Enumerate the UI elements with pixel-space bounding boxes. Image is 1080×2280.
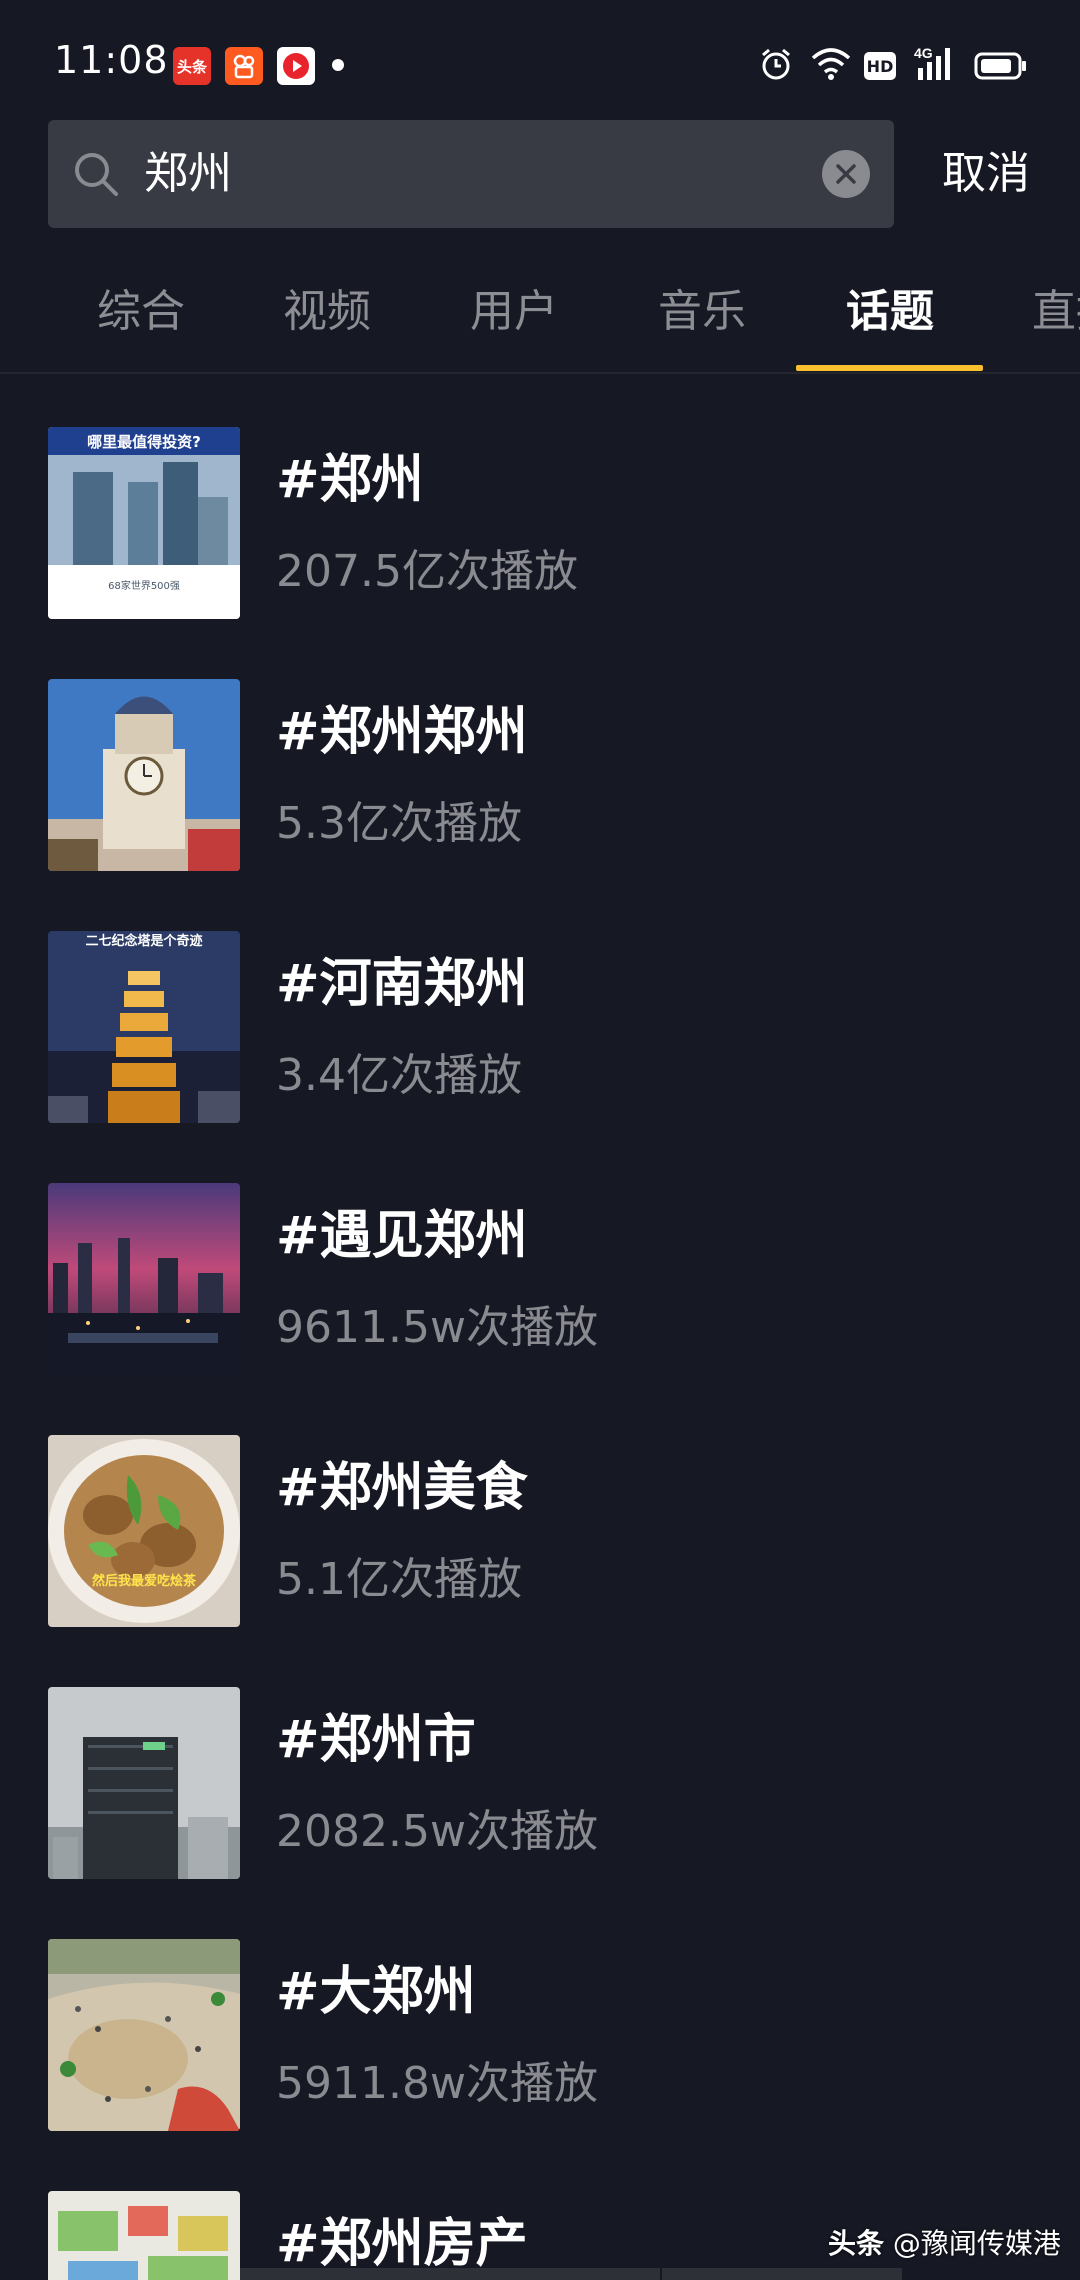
notification-dot-icon	[332, 59, 344, 71]
topic-play-count: 5911.8w次播放	[276, 2058, 598, 2109]
topic-title: #郑州市	[276, 1710, 476, 1770]
topic-thumbnail: 二七纪念塔是个奇迹	[48, 931, 240, 1123]
list-item[interactable]: 哪里最值得投资? 68家世界500强 #郑州 207.5亿次播放	[0, 427, 1080, 679]
tab-music[interactable]: 音乐	[658, 282, 746, 342]
list-item[interactable]: 二七纪念塔是个奇迹 #河南郑州 3.4亿次播放	[0, 931, 1080, 1183]
toutiao-icon-label: 头条	[176, 57, 207, 76]
tabs-divider	[0, 372, 1080, 374]
topic-play-count: 5.3亿次播放	[276, 798, 522, 849]
hd-icon: HD	[864, 52, 896, 80]
topic-play-count: 207.5亿次播放	[276, 546, 578, 597]
search-input[interactable]: 郑州	[48, 120, 894, 228]
bottom-scroll-bar	[662, 2268, 902, 2280]
topic-thumbnail: 然后我最爱吃烩茶	[48, 1435, 240, 1627]
tab-videos[interactable]: 视频	[283, 282, 371, 342]
topic-title: #河南郑州	[276, 954, 528, 1014]
bottom-scroll-bar	[240, 2268, 660, 2280]
list-item[interactable]: #遇见郑州 9611.5w次播放	[0, 1183, 1080, 1435]
video-app-icon	[277, 47, 315, 85]
topic-thumbnail	[48, 1939, 240, 2131]
svg-text:哪里最值得投资?: 哪里最值得投资?	[87, 433, 201, 451]
topic-play-count: 5.1亿次播放	[276, 1554, 522, 1605]
search-result-tabs: 综合 视频 用户 音乐 话题 直播	[0, 270, 1080, 372]
svg-text:68家世界500强: 68家世界500强	[108, 579, 180, 592]
list-item[interactable]: #大郑州 5911.8w次播放	[0, 1939, 1080, 2191]
kuaishou-icon	[225, 47, 263, 85]
list-item[interactable]: 然后我最爱吃烩茶 #郑州美食 5.1亿次播放	[0, 1435, 1080, 1687]
search-icon	[72, 150, 120, 202]
topic-title: #郑州	[276, 450, 424, 510]
status-time: 11:08	[54, 38, 169, 82]
topic-thumbnail: 哪里最值得投资? 68家世界500强	[48, 427, 240, 619]
signal-icon: 4G	[912, 44, 962, 88]
topic-play-count: 9611.5w次播放	[276, 1302, 598, 1353]
topic-thumbnail	[48, 679, 240, 871]
topic-play-count: 2082.5w次播放	[276, 1806, 598, 1857]
topic-thumbnail	[48, 2191, 240, 2280]
svg-text:4G: 4G	[914, 45, 933, 61]
search-query-text[interactable]: 郑州	[144, 144, 232, 204]
watermark: 头条 @豫闻传媒港	[828, 2227, 1061, 2260]
active-tab-indicator	[796, 365, 983, 371]
topic-thumbnail	[48, 1687, 240, 1879]
topic-title: #大郑州	[276, 1962, 476, 2022]
tab-live[interactable]: 直播	[1032, 282, 1080, 342]
topic-title: #郑州郑州	[276, 702, 528, 762]
list-item[interactable]: #郑州市 2082.5w次播放	[0, 1687, 1080, 1939]
cancel-button[interactable]: 取消	[942, 144, 1030, 204]
topic-title: #遇见郑州	[276, 1206, 528, 1266]
svg-text:二七纪念塔是个奇迹: 二七纪念塔是个奇迹	[85, 933, 202, 949]
topic-title: #郑州美食	[276, 1458, 528, 1518]
status-bar: 11:08 头条 HD 4G	[0, 0, 1080, 120]
svg-text:然后我最爱吃烩茶: 然后我最爱吃烩茶	[92, 1573, 197, 1589]
tab-users[interactable]: 用户	[470, 282, 558, 342]
toutiao-icon: 头条	[173, 47, 211, 85]
battery-icon	[974, 52, 1028, 84]
list-item[interactable]: #郑州郑州 5.3亿次播放	[0, 679, 1080, 931]
tab-topics[interactable]: 话题	[846, 282, 934, 342]
topic-thumbnail	[48, 1183, 240, 1375]
wifi-icon	[810, 46, 852, 86]
alarm-icon	[758, 46, 794, 86]
clear-search-icon[interactable]	[822, 150, 870, 198]
topic-play-count: 3.4亿次播放	[276, 1050, 522, 1101]
tab-comprehensive[interactable]: 综合	[97, 282, 185, 342]
